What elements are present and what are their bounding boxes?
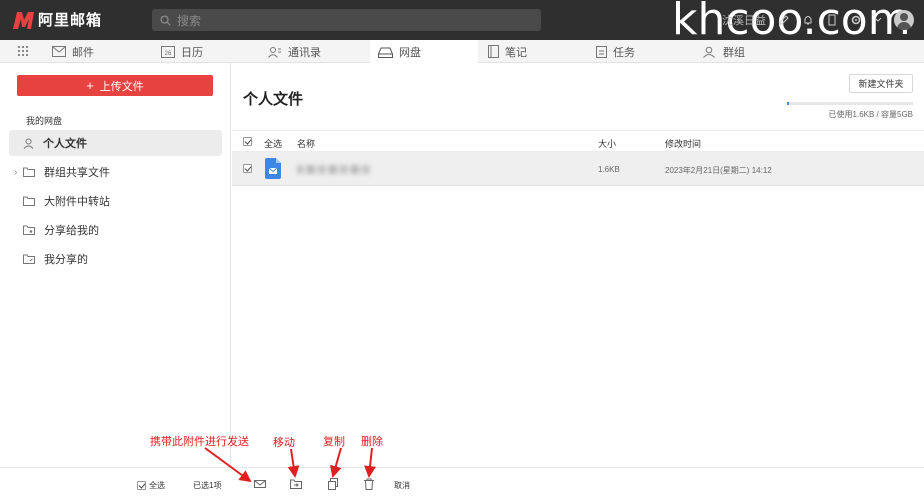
apps-grid-icon[interactable] xyxy=(17,45,29,57)
top-right-tools: 沈溪日益 xyxy=(722,10,914,30)
nav-label: 日历 xyxy=(181,46,203,59)
nav-label: 笔记 xyxy=(505,46,527,59)
file-table-header: 全选 名称 大小 修改时间 xyxy=(232,130,924,152)
annotation-move: 移动 xyxy=(273,437,295,449)
app-nav-bar: 邮件 26 日历 通讯录 网盘 笔记 任务 群组 xyxy=(0,40,924,64)
sidebar-item-group-shared[interactable]: › 群组共享文件 xyxy=(9,159,222,185)
column-name[interactable]: 名称 xyxy=(297,137,315,150)
search-placeholder: 搜索 xyxy=(177,13,202,28)
user-name[interactable]: 沈溪日益 xyxy=(722,12,766,28)
email-file-icon xyxy=(265,158,281,179)
delete-icon[interactable] xyxy=(363,478,375,490)
upload-file-button[interactable]: + 上传文件 xyxy=(17,75,213,96)
nav-notes[interactable]: 笔记 xyxy=(488,40,527,63)
file-size: 1.6KB xyxy=(598,165,620,174)
edit-icon[interactable] xyxy=(778,14,790,26)
sidebar-item-personal-files[interactable]: 个人文件 xyxy=(9,130,222,156)
search-icon xyxy=(160,14,171,26)
bottom-select-all[interactable]: 全选 xyxy=(137,480,165,491)
select-all-checkbox[interactable] xyxy=(243,137,252,146)
nav-contacts[interactable]: 通讯录 xyxy=(268,40,321,63)
chevron-down-icon[interactable] xyxy=(874,16,882,24)
folder-icon xyxy=(23,196,35,206)
mail-icon xyxy=(52,46,66,57)
bell-icon[interactable] xyxy=(802,14,814,26)
nav-label: 邮件 xyxy=(72,46,94,59)
gear-icon[interactable] xyxy=(850,14,862,26)
file-name-blurred[interactable] xyxy=(297,165,371,174)
annotation-copy: 复制 xyxy=(323,436,345,448)
nav-label: 通讯录 xyxy=(288,46,321,59)
logo-m-icon xyxy=(13,11,34,29)
sidebar-item-label: 大附件中转站 xyxy=(44,196,110,208)
nav-label: 群组 xyxy=(723,46,745,59)
new-folder-button[interactable]: 新建文件夹 xyxy=(849,74,913,93)
drive-icon xyxy=(378,47,393,58)
send-mail-icon[interactable] xyxy=(254,478,266,490)
avatar[interactable] xyxy=(894,10,914,30)
column-modified[interactable]: 修改时间 xyxy=(665,137,701,150)
task-icon xyxy=(596,46,607,58)
logo[interactable]: 阿里邮箱 xyxy=(12,9,102,30)
calendar-date: 26 xyxy=(165,51,172,57)
folder-group-icon xyxy=(23,167,35,177)
bottom-select-all-checkbox[interactable] xyxy=(137,481,146,490)
sidebar-item-label: 群组共享文件 xyxy=(44,167,110,179)
selected-count: 已选1项 xyxy=(193,481,222,490)
table-row[interactable]: 1.6KB 2023年2月21日(星期二) 14:12 xyxy=(232,152,924,186)
calendar-icon: 26 xyxy=(161,46,175,58)
contacts-icon xyxy=(268,46,281,58)
nav-label: 网盘 xyxy=(399,47,421,59)
sidebar-item-shared-with-me[interactable]: 分享给我的 xyxy=(9,217,222,243)
storage-usage-text: 已使用1.6KB / 容量5GB xyxy=(828,110,913,119)
sidebar-item-my-shares[interactable]: 我分享的 xyxy=(9,246,222,272)
logo-text: 阿里邮箱 xyxy=(38,12,103,29)
bottom-action-bar: 全选 已选1项 取消 xyxy=(0,467,924,500)
section-label-my-drive: 我的网盘 xyxy=(26,116,63,126)
file-modified: 2023年2月21日(星期二) 14:12 xyxy=(665,166,772,175)
plus-icon: + xyxy=(86,78,94,93)
nav-label: 任务 xyxy=(613,46,635,59)
copy-icon[interactable] xyxy=(327,478,339,490)
sidebar-item-label: 个人文件 xyxy=(43,138,87,150)
group-icon xyxy=(703,46,715,58)
nav-drive[interactable]: 网盘 xyxy=(370,40,478,64)
expand-caret-icon[interactable]: › xyxy=(14,167,17,178)
nav-calendar[interactable]: 26 日历 xyxy=(161,40,203,63)
page-title: 个人文件 xyxy=(243,91,304,108)
sidebar-item-label: 分享给我的 xyxy=(44,225,99,237)
annotation-delete: 删除 xyxy=(361,436,383,448)
top-bar: 阿里邮箱 搜索 khcoo.com 沈溪日益 xyxy=(0,0,924,45)
cancel-button[interactable]: 取消 xyxy=(394,480,410,491)
nav-groups[interactable]: 群组 xyxy=(703,40,745,63)
upload-label: 上传文件 xyxy=(99,80,144,93)
bottom-select-all-label: 全选 xyxy=(149,481,165,490)
folder-shared-icon xyxy=(23,225,35,235)
row-checkbox[interactable] xyxy=(243,164,252,173)
folder-share-icon xyxy=(23,254,35,264)
sidebar: + 上传文件 我的网盘 个人文件 › 群组共享文件 大附件中转站 分享给我的 我… xyxy=(0,63,231,467)
storage-usage-fill xyxy=(787,102,789,105)
user-icon xyxy=(23,138,34,149)
column-select-all[interactable]: 全选 xyxy=(264,137,282,150)
nav-mail[interactable]: 邮件 xyxy=(52,40,94,63)
tablet-icon[interactable] xyxy=(826,14,838,26)
sidebar-item-label: 我分享的 xyxy=(44,254,88,266)
nav-tasks[interactable]: 任务 xyxy=(596,40,635,63)
move-icon[interactable] xyxy=(290,478,302,490)
annotation-send-attachment: 携带此附件进行发送 xyxy=(150,436,249,448)
main-panel: 个人文件 新建文件夹 已使用1.6KB / 容量5GB 全选 名称 大小 修改时… xyxy=(232,63,924,467)
sidebar-item-large-attachment[interactable]: 大附件中转站 xyxy=(9,188,222,214)
search-input[interactable]: 搜索 xyxy=(152,9,541,31)
storage-usage-bar xyxy=(787,102,913,105)
column-size[interactable]: 大小 xyxy=(598,137,616,150)
note-icon xyxy=(488,45,499,58)
